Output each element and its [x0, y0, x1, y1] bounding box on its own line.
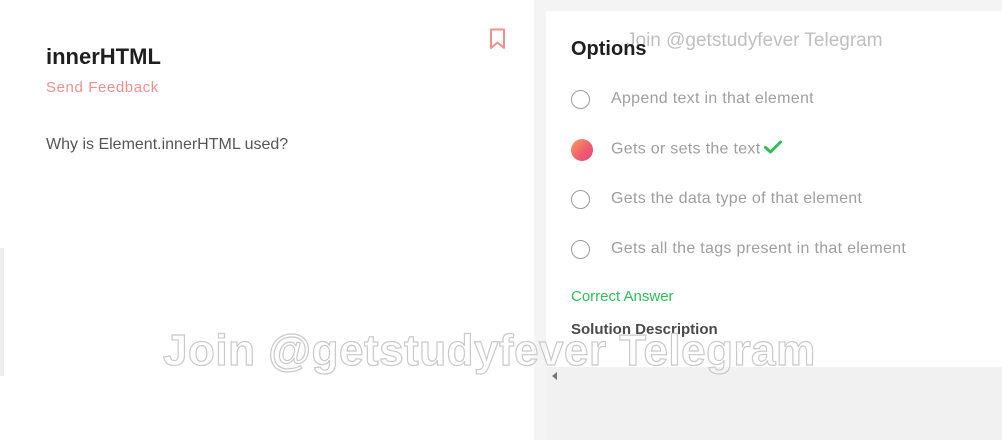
- options-panel: [546, 11, 1002, 367]
- option-label: Gets or sets the text: [611, 140, 761, 158]
- question-text: Why is Element.innerHTML used?: [46, 136, 289, 153]
- watermark-top: Join @getstudyfever Telegram: [626, 30, 883, 51]
- check-icon: [764, 140, 783, 159]
- option-label: Append text in that element: [611, 90, 814, 107]
- options-panel-footer: [546, 367, 1002, 440]
- option-label: Gets the data type of that element: [611, 190, 863, 207]
- send-feedback-link[interactable]: Send Feedback: [46, 79, 159, 96]
- question-title: innerHTML: [46, 44, 161, 69]
- correct-answer-label: Correct Answer: [571, 288, 674, 305]
- option-label-wrap: Gets or sets the text: [611, 140, 783, 159]
- options-title: Options: [571, 38, 647, 60]
- option-label: Gets all the tags present in that elemen…: [611, 240, 907, 257]
- radio-button-selected[interactable]: [571, 139, 593, 161]
- radio-button[interactable]: [571, 90, 590, 109]
- radio-button[interactable]: [571, 240, 590, 259]
- radio-button[interactable]: [571, 190, 590, 209]
- bookmark-icon[interactable]: [488, 28, 508, 50]
- watermark-center: Join @getstudyfever Telegram: [162, 325, 816, 375]
- left-edge-divider: [0, 248, 4, 376]
